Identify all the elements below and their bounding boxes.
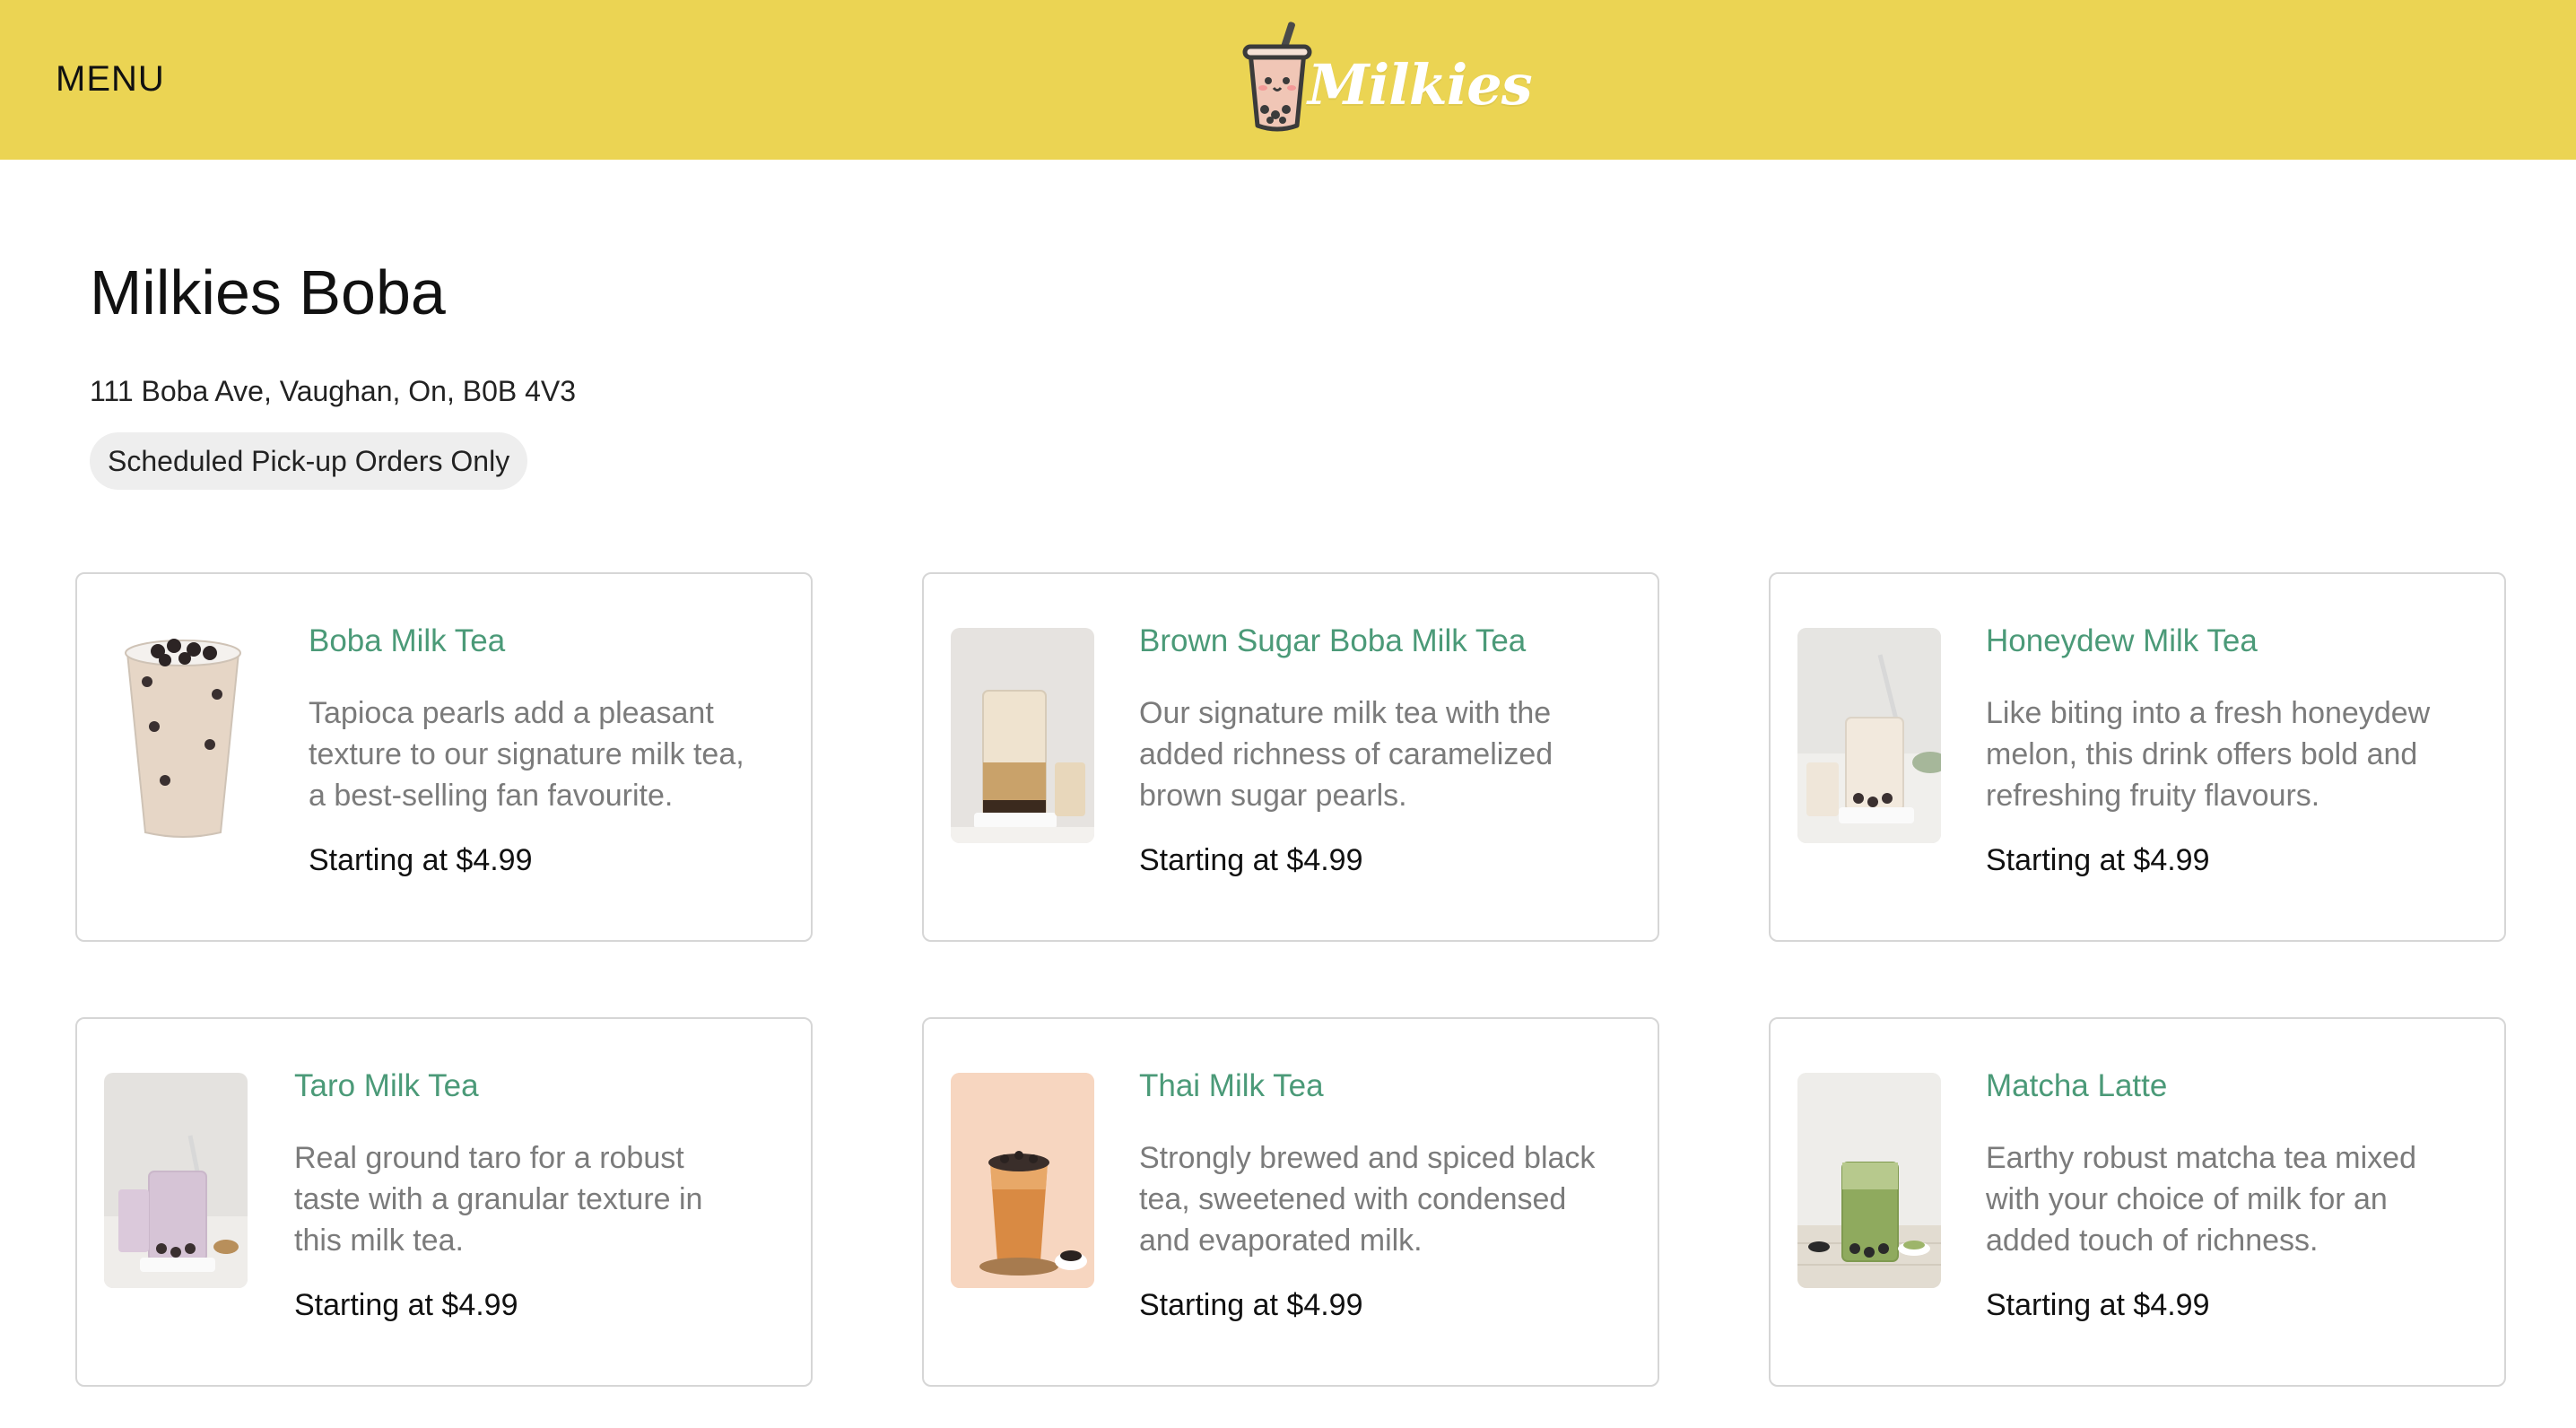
menu-item-description: Our signature milk tea with the added ri… xyxy=(1139,696,1553,813)
milkies-logo[interactable]: Milkies xyxy=(1238,18,1533,135)
menu-card-taro-milk-tea[interactable]: Taro Milk Tea Real ground taro for a rob… xyxy=(75,1017,813,1387)
menu-item-price: Starting at $4.99 xyxy=(1139,843,1363,877)
menu-item-description: Earthy robust matcha tea mixed with your… xyxy=(1986,1141,2417,1258)
menu-item-price: Starting at $4.99 xyxy=(1139,1288,1363,1322)
menu-card-matcha-latte[interactable]: Matcha Latte Earthy robust matcha tea mi… xyxy=(1769,1017,2506,1387)
menu-item-name[interactable]: Matcha Latte xyxy=(1986,1067,2450,1105)
menu-item-description: Tapioca pearls add a pleasant texture to… xyxy=(309,696,744,813)
menu-item-description: Strongly brewed and spiced black tea, sw… xyxy=(1139,1141,1596,1258)
boba-cup-mascot-icon xyxy=(1242,22,1312,132)
brown-sugar-boba-image xyxy=(951,628,1094,843)
store-address: 111 Boba Ave, Vaughan, On, B0B 4V3 xyxy=(90,375,577,407)
matcha-latte-image xyxy=(1797,1073,1941,1288)
menu-item-name[interactable]: Honeydew Milk Tea xyxy=(1986,623,2450,660)
menu-item-price: Starting at $4.99 xyxy=(294,1288,518,1322)
menu-item-description: Real ground taro for a robust taste with… xyxy=(294,1141,703,1258)
menu-item-name[interactable]: Brown Sugar Boba Milk Tea xyxy=(1139,623,1604,660)
menu-item-price: Starting at $4.99 xyxy=(1986,1288,2210,1322)
menu-card-boba-milk-tea[interactable]: Boba Milk Tea Tapioca pearls add a pleas… xyxy=(75,572,813,942)
menu-item-price: Starting at $4.99 xyxy=(309,843,533,877)
menu-card-honeydew-milk-tea[interactable]: Honeydew Milk Tea Like biting into a fre… xyxy=(1769,572,2506,942)
honeydew-milk-tea-image xyxy=(1797,628,1941,843)
menu-item-description: Like biting into a fresh honeydew melon,… xyxy=(1986,696,2431,813)
thai-milk-tea-image xyxy=(951,1073,1094,1288)
taro-milk-tea-image xyxy=(104,1073,248,1288)
menu-button[interactable]: MENU xyxy=(56,59,165,100)
menu-item-price: Starting at $4.99 xyxy=(1986,843,2210,877)
top-header-bar: MENU Milkies xyxy=(0,0,2576,160)
menu-card-thai-milk-tea[interactable]: Thai Milk Tea Strongly brewed and spiced… xyxy=(922,1017,1659,1387)
boba-milk-tea-image xyxy=(111,628,255,843)
order-type-badge: Scheduled Pick-up Orders Only xyxy=(90,432,528,490)
menu-item-name[interactable]: Thai Milk Tea xyxy=(1139,1067,1604,1105)
menu-item-name[interactable]: Taro Milk Tea xyxy=(294,1067,757,1105)
menu-item-name[interactable]: Boba Milk Tea xyxy=(309,623,757,660)
menu-card-brown-sugar-boba-milk-tea[interactable]: Brown Sugar Boba Milk Tea Our signature … xyxy=(922,572,1659,942)
logo-wordmark: Milkies xyxy=(1308,52,1533,118)
store-title: Milkies Boba xyxy=(90,257,446,327)
